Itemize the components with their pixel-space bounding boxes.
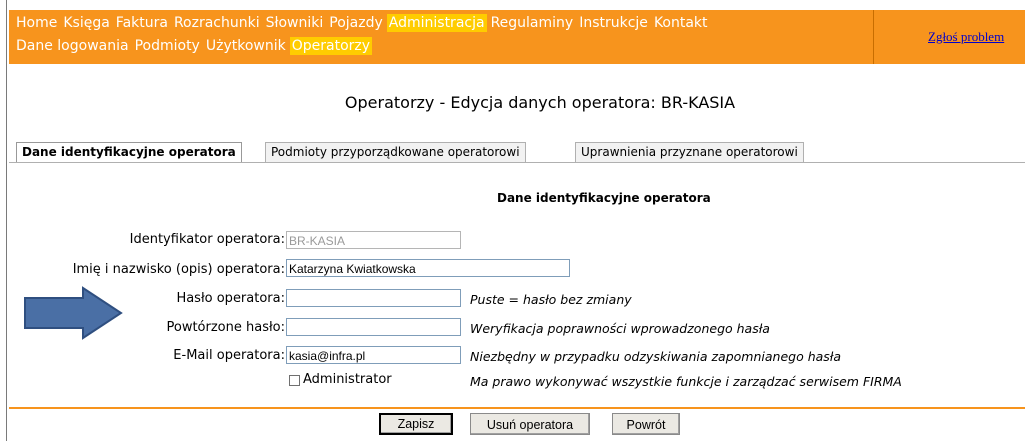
operator-name-input[interactable]: Katarzyna Kwiatkowska xyxy=(286,259,570,277)
administrator-label: Administrator xyxy=(303,372,392,387)
menu-kontakt[interactable]: Kontakt xyxy=(652,14,710,32)
administrator-hint: Ma prawo wykonywać wszystkie funkcje i z… xyxy=(470,374,902,389)
menu-slowniki[interactable]: Słowniki xyxy=(264,14,326,32)
menu-regulaminy[interactable]: Regulaminy xyxy=(489,14,576,32)
password-hint: Puste = hasło bez zmiany xyxy=(470,292,632,307)
footer-divider xyxy=(9,407,1025,409)
password-input[interactable] xyxy=(286,289,461,307)
password-repeat-label: Powtórzone hasło: xyxy=(166,320,285,335)
menu-faktura[interactable]: Faktura xyxy=(114,14,170,32)
menu-home[interactable]: Home xyxy=(14,14,59,32)
password-label: Hasło operatora: xyxy=(176,291,285,306)
menu-ksiega[interactable]: Księga xyxy=(61,14,111,32)
menu-separator xyxy=(873,10,874,64)
operator-name-label: Imię i nazwisko (opis) operatora: xyxy=(72,262,285,277)
email-hint: Niezbędny w przypadku odzyskiwania zapom… xyxy=(470,349,842,364)
delete-operator-button[interactable]: Usuń operatora xyxy=(470,413,590,435)
submenu-operatorzy[interactable]: Operatorzy xyxy=(289,37,373,55)
tab-assigned-entities[interactable]: Podmioty przyporządkowane operatorowi xyxy=(265,142,526,162)
menu-rozrachunki[interactable]: Rozrachunki xyxy=(172,14,262,32)
page-title: Operatorzy - Edycja danych operatora: BR… xyxy=(344,93,736,112)
section-title: Dane identyfikacyjne operatora xyxy=(497,191,711,205)
submenu-uzytkownik[interactable]: Użytkownik xyxy=(204,37,288,55)
main-menu: Home Księga Faktura Rozrachunki Słowniki Poja… xyxy=(14,14,712,32)
right-arrow-icon xyxy=(24,286,123,340)
operator-id-input: BR-KASIA xyxy=(286,231,461,249)
operator-id-label: Identyfikator operatora: xyxy=(129,232,285,247)
back-button[interactable]: Powrót xyxy=(612,413,680,435)
password-repeat-hint: Weryfikacja poprawności wprowadzonego ha… xyxy=(470,321,770,336)
submenu-podmioty[interactable]: Podmioty xyxy=(133,37,202,55)
left-frame-border xyxy=(6,0,7,441)
sub-menu: Dane logowania Podmioty Użytkownik Operator… xyxy=(14,37,374,55)
administrator-checkbox[interactable] xyxy=(289,375,300,386)
email-input[interactable]: kasia@infra.pl xyxy=(286,346,461,364)
password-repeat-input[interactable] xyxy=(286,318,461,336)
tab-operator-identification[interactable]: Dane identyfikacyjne operatora xyxy=(16,142,242,163)
save-button[interactable]: Zapisz xyxy=(379,413,453,435)
report-problem-link[interactable]: Zgłoś problem xyxy=(928,29,1004,45)
tab-permissions[interactable]: Uprawnienia przyznane operatorowi xyxy=(575,142,804,162)
email-label: E-Mail operatora: xyxy=(173,348,285,363)
menu-instrukcje[interactable]: Instrukcje xyxy=(577,14,650,32)
menu-administracja[interactable]: Administracja xyxy=(386,14,487,32)
menu-pojazdy[interactable]: Pojazdy xyxy=(327,14,385,32)
submenu-dane-logowania[interactable]: Dane logowania xyxy=(14,37,131,55)
